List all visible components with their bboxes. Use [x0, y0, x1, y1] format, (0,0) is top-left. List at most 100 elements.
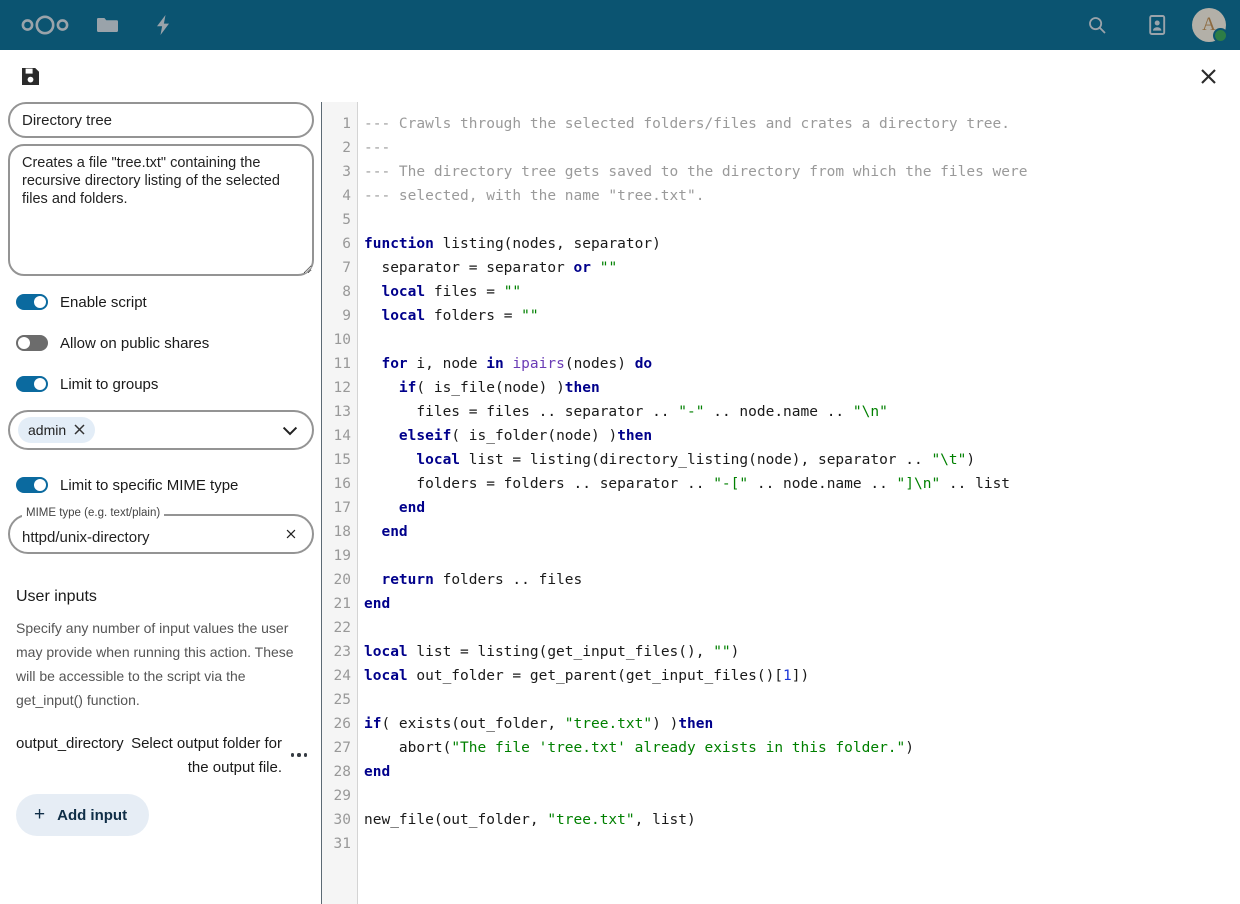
- line-number: 27: [333, 740, 351, 756]
- plus-icon: +: [34, 804, 46, 825]
- line-number: 24: [333, 668, 351, 684]
- line-number: 29: [333, 788, 351, 804]
- code-editor[interactable]: 1 2 3 4 5 6 7 8 9 10 11 12 13 14 15 16 17 18 19 20 21 22 23 24 2…: [322, 102, 1240, 904]
- limit-mime-type-toggle[interactable]: [16, 477, 48, 493]
- toggle-row-limit-to-groups[interactable]: Limit to groups: [16, 369, 313, 399]
- code-line: local list = listing(get_input_files(), …: [364, 644, 740, 660]
- user-inputs-hint: Specify any number of input values the u…: [16, 620, 294, 708]
- line-number: 25: [333, 692, 351, 708]
- toggle-row-allow-public-shares[interactable]: Allow on public shares: [16, 328, 313, 358]
- line-number: 2: [342, 140, 351, 156]
- groups-multiselect[interactable]: admin: [8, 410, 314, 450]
- line-number: 1: [342, 116, 351, 132]
- contacts-icon[interactable]: [1132, 0, 1182, 50]
- folder-icon[interactable]: [82, 0, 132, 50]
- toggle-row-limit-mime-type[interactable]: Limit to specific MIME type: [16, 470, 313, 500]
- close-icon: [1200, 68, 1216, 84]
- close-button[interactable]: [1188, 56, 1228, 96]
- code-line: separator = separator or "": [364, 260, 618, 276]
- code-line: end: [364, 596, 391, 612]
- group-chip-remove-icon[interactable]: [74, 422, 85, 438]
- line-number: 21: [333, 596, 351, 612]
- search-icon[interactable]: [1072, 0, 1122, 50]
- app-header: A: [0, 0, 1240, 50]
- code-line: function listing(nodes, separator): [364, 236, 661, 252]
- code-line: --- Crawls through the selected folders/…: [364, 116, 1011, 132]
- code-line: --- The directory tree gets saved to the…: [364, 164, 1028, 180]
- line-number: 17: [333, 500, 351, 516]
- app-header-right: A: [1072, 0, 1228, 50]
- line-number: 13: [333, 404, 351, 420]
- online-status-dot: [1213, 28, 1228, 43]
- settings-panel: Enable script Allow on public shares Lim…: [0, 102, 322, 904]
- dot-3: [303, 753, 308, 757]
- code-line: if( exists(out_folder, "tree.txt") )then: [364, 716, 714, 732]
- line-number: 11: [333, 356, 351, 372]
- script-title-input[interactable]: [8, 102, 314, 138]
- line-number: 19: [333, 548, 351, 564]
- code-line: local folders = "": [381, 308, 539, 324]
- user-input-row: output_directory Select output folder for…: [16, 732, 316, 780]
- add-input-button[interactable]: + Add input: [16, 794, 150, 836]
- toggle-row-enable-script[interactable]: Enable script: [16, 287, 313, 317]
- chevron-down-icon[interactable]: [282, 423, 298, 441]
- user-input-description: Select output folder for the output file…: [131, 735, 282, 776]
- code-line: local out_folder = get_parent(get_input_…: [364, 668, 810, 684]
- user-input-row-text: output_directory Select output folder for…: [16, 732, 282, 780]
- code-line: if( is_file(node) )then: [398, 380, 600, 396]
- modal-body: Enable script Allow on public shares Lim…: [0, 102, 1240, 904]
- save-button[interactable]: [10, 56, 50, 96]
- modal-header: [0, 50, 1240, 102]
- line-number: 18: [333, 524, 351, 540]
- code-line: files = files .. separator .. "-" .. nod…: [364, 404, 888, 420]
- avatar[interactable]: A: [1192, 8, 1228, 43]
- bolt-icon[interactable]: [138, 0, 188, 50]
- line-number: 31: [333, 836, 351, 852]
- group-chip-label: admin: [28, 422, 67, 438]
- code-line: abort("The file 'tree.txt' already exist…: [364, 740, 914, 756]
- clear-icon: [286, 529, 296, 539]
- code-line: elseif( is_folder(node) )then: [398, 428, 653, 444]
- user-input-name: output_directory: [16, 735, 124, 752]
- code-line: for i, node in ipairs(nodes) do: [381, 356, 653, 372]
- mime-type-field-label: MIME type (e.g. text/plain): [22, 507, 165, 519]
- limit-to-groups-label: Limit to groups: [60, 375, 159, 393]
- line-number: 26: [333, 716, 351, 732]
- mime-type-field-wrap: MIME type (e.g. text/plain): [8, 507, 314, 554]
- save-floppy-icon: [21, 67, 39, 85]
- code-line: end: [381, 524, 408, 540]
- limit-to-groups-toggle[interactable]: [16, 376, 48, 392]
- nextcloud-logo-icon[interactable]: [14, 0, 76, 50]
- add-input-label: Add input: [57, 806, 128, 824]
- line-number: 22: [333, 620, 351, 636]
- dot-2: [297, 753, 301, 757]
- mime-type-clear-button[interactable]: [280, 523, 302, 545]
- line-number: 23: [333, 644, 351, 660]
- code-line: new_file(out_folder, "tree.txt", list): [364, 812, 696, 828]
- line-number: 28: [333, 764, 351, 780]
- line-number: 7: [342, 260, 351, 276]
- line-number: 16: [333, 476, 351, 492]
- code-content[interactable]: --- Crawls through the selected folders/…: [358, 102, 1240, 904]
- allow-public-shares-toggle[interactable]: [16, 335, 48, 351]
- line-number: 6: [342, 236, 351, 252]
- line-number: 15: [333, 452, 351, 468]
- line-number: 5: [342, 212, 351, 228]
- code-line: end: [364, 764, 391, 780]
- code-line: local files = "": [381, 284, 522, 300]
- code-line: local list = listing(directory_listing(n…: [416, 452, 976, 468]
- mime-type-input[interactable]: [8, 514, 314, 554]
- group-chip-admin[interactable]: admin: [18, 417, 96, 443]
- user-input-actions-menu-button[interactable]: [282, 738, 316, 772]
- script-description-textarea[interactable]: [8, 144, 314, 276]
- code-line: return folders .. files: [381, 572, 583, 588]
- code-line: ---: [364, 140, 391, 156]
- line-number: 9: [342, 308, 351, 324]
- user-inputs-heading: User inputs: [16, 588, 97, 605]
- enable-script-toggle[interactable]: [16, 294, 48, 310]
